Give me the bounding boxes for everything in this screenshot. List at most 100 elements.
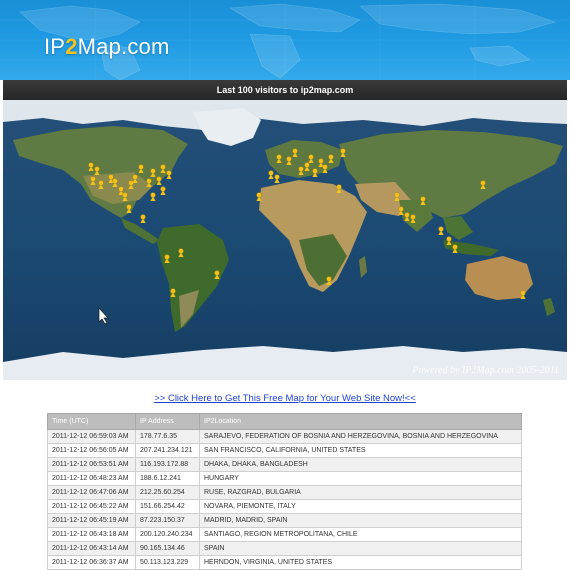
visitor-pin-icon [322,164,328,173]
cell-time: 2011-12-12 06:36:37 AM [47,555,136,570]
visitor-pin-icon [156,176,162,185]
visitor-pin-icon [160,186,166,195]
cell-ip: 50.113.123.229 [135,555,200,570]
cell-location: HUNGARY [199,471,522,486]
cell-location: SANTIAGO, REGION METROPOLITANA, CHILE [199,527,522,542]
visitor-pin-icon [112,178,118,187]
visitor-pin-icon [276,154,282,163]
table-row: 2011-12-12 06:48:23 AM 188.6.12.241 HUNG… [47,471,522,486]
visitor-pin-icon [398,206,404,215]
visitor-pin-icon [480,180,486,189]
visitor-pin-icon [132,174,138,183]
visitor-pin-icon [122,192,128,201]
powered-by-text: Powered by IP2Map.com 2005-2011 [412,365,559,376]
cell-location: RUSE, RAZGRAD, BULGARIA [199,485,522,500]
cell-time: 2011-12-12 06:43:18 AM [47,527,136,542]
visitors-title-bar: Last 100 visitors to ip2map.com [3,80,567,100]
cell-ip: 188.6.12.241 [135,471,200,486]
table-row: 2011-12-12 06:36:37 AM 50.113.123.229 HE… [47,555,522,570]
table-row: 2011-12-12 06:43:18 AM 200.120.240.234 S… [47,527,522,542]
visitor-pin-icon [308,154,314,163]
cell-location: SAN FRANCISCO, CALIFORNIA, UNITED STATES [199,443,522,458]
visitor-pin-icon [170,288,176,297]
visitor-pin-icon [452,244,458,253]
cell-time: 2011-12-12 06:48:23 AM [47,471,136,486]
table-row: 2011-12-12 06:45:22 AM 151.66.254.42 NOV… [47,499,522,514]
logo-text-two: 2 [65,34,78,59]
table-row: 2011-12-12 06:43:14 AM 90.165.134.46 SPA… [47,541,522,556]
visitor-world-map: Powered by IP2Map.com 2005-2011 [3,100,567,380]
cell-ip: 116.193.172.88 [135,457,200,472]
visitor-pin-icon [312,168,318,177]
visitor-pin-icon [404,212,410,221]
cell-location: MADRID, MADRID, SPAIN [199,513,522,528]
visitor-pin-icon [274,174,280,183]
visitor-pin-icon [292,148,298,157]
visitor-pin-icon [90,176,96,185]
mouse-cursor-icon [98,307,109,325]
visitor-pin-icon [520,290,526,299]
visitor-pin-icon [268,170,274,179]
visitors-title: Last 100 visitors to ip2map.com [216,85,354,95]
cell-location: SPAIN [199,541,522,556]
visitor-pin-icon [304,162,310,171]
page: IP2Map.com Last 100 visitors to ip2map.c… [0,0,570,570]
cell-location: HERNDON, VIRGINIA, UNITED STATES [199,555,522,570]
site-banner: IP2Map.com [0,0,570,80]
visitor-pin-icon [126,204,132,213]
site-logo[interactable]: IP2Map.com [44,34,170,60]
table-row: 2011-12-12 06:47:06 AM 212.25.60.254 RUS… [47,485,522,500]
visitors-table: Time (UTC) IP Address IP2Location 2011-1… [47,413,522,570]
visitor-pin-icon [166,170,172,179]
logo-text-prefix: IP [44,34,66,59]
cell-ip: 200.120.240.234 [135,527,200,542]
visitor-pin-icon [88,162,94,171]
cell-time: 2011-12-12 06:59:03 AM [47,429,136,444]
table-row: 2011-12-12 06:56:05 AM 207.241.234.121 S… [47,443,522,458]
cell-ip: 87.223.150.37 [135,513,200,528]
visitor-pin-icon [438,226,444,235]
visitor-pin-icon [336,184,342,193]
cell-time: 2011-12-12 06:45:22 AM [47,499,136,514]
table-row: 2011-12-12 06:53:51 AM 116.193.172.88 DH… [47,457,522,472]
cell-ip: 151.66.254.42 [135,499,200,514]
visitor-pin-icon [298,166,304,175]
column-header-time: Time (UTC) [47,413,136,430]
visitor-pin-icon [214,270,220,279]
visitor-pin-icon [150,192,156,201]
get-free-map-link[interactable]: >> Click Here to Get This Free Map for Y… [0,393,570,404]
column-header-location: IP2Location [199,413,522,430]
visitor-pin-icon [138,164,144,173]
visitors-table-container: Time (UTC) IP Address IP2Location 2011-1… [47,413,522,570]
visitor-pins [88,148,526,299]
visitor-pin-icon [340,148,346,157]
visitor-pin-icon [446,236,452,245]
visitor-pin-icon [394,192,400,201]
visitor-pin-icon [164,254,170,263]
visitor-pin-icon [256,192,262,201]
visitor-pin-icon [128,180,134,189]
cell-time: 2011-12-12 06:47:06 AM [47,485,136,500]
cell-location: SARAJEVO, FEDERATION OF BOSNIA AND HERZE… [199,429,522,444]
cell-time: 2011-12-12 06:45:19 AM [47,513,136,528]
cell-ip: 90.165.134.46 [135,541,200,556]
visitor-pins-layer [88,148,526,325]
cell-ip: 207.241.234.121 [135,443,200,458]
visitor-pin-icon [326,276,332,285]
visitor-pin-icon [286,156,292,165]
visitor-pin-icon [178,248,184,257]
visitor-pin-icon [160,164,166,173]
visitor-pin-icon [328,154,334,163]
cell-ip: 212.25.60.254 [135,485,200,500]
table-header-row: Time (UTC) IP Address IP2Location [47,413,522,430]
cell-time: 2011-12-12 06:53:51 AM [47,457,136,472]
cell-location: NOVARA, PIEMONTE, ITALY [199,499,522,514]
visitor-pin-icon [150,168,156,177]
cell-time: 2011-12-12 06:43:14 AM [47,541,136,556]
cell-ip: 178.77.6.35 [135,429,200,444]
column-header-ip: IP Address [135,413,200,430]
visitor-pin-icon [146,178,152,187]
cell-time: 2011-12-12 06:56:05 AM [47,443,136,458]
visitor-pin-icon [98,180,104,189]
logo-text-suffix: Map.com [77,34,170,59]
